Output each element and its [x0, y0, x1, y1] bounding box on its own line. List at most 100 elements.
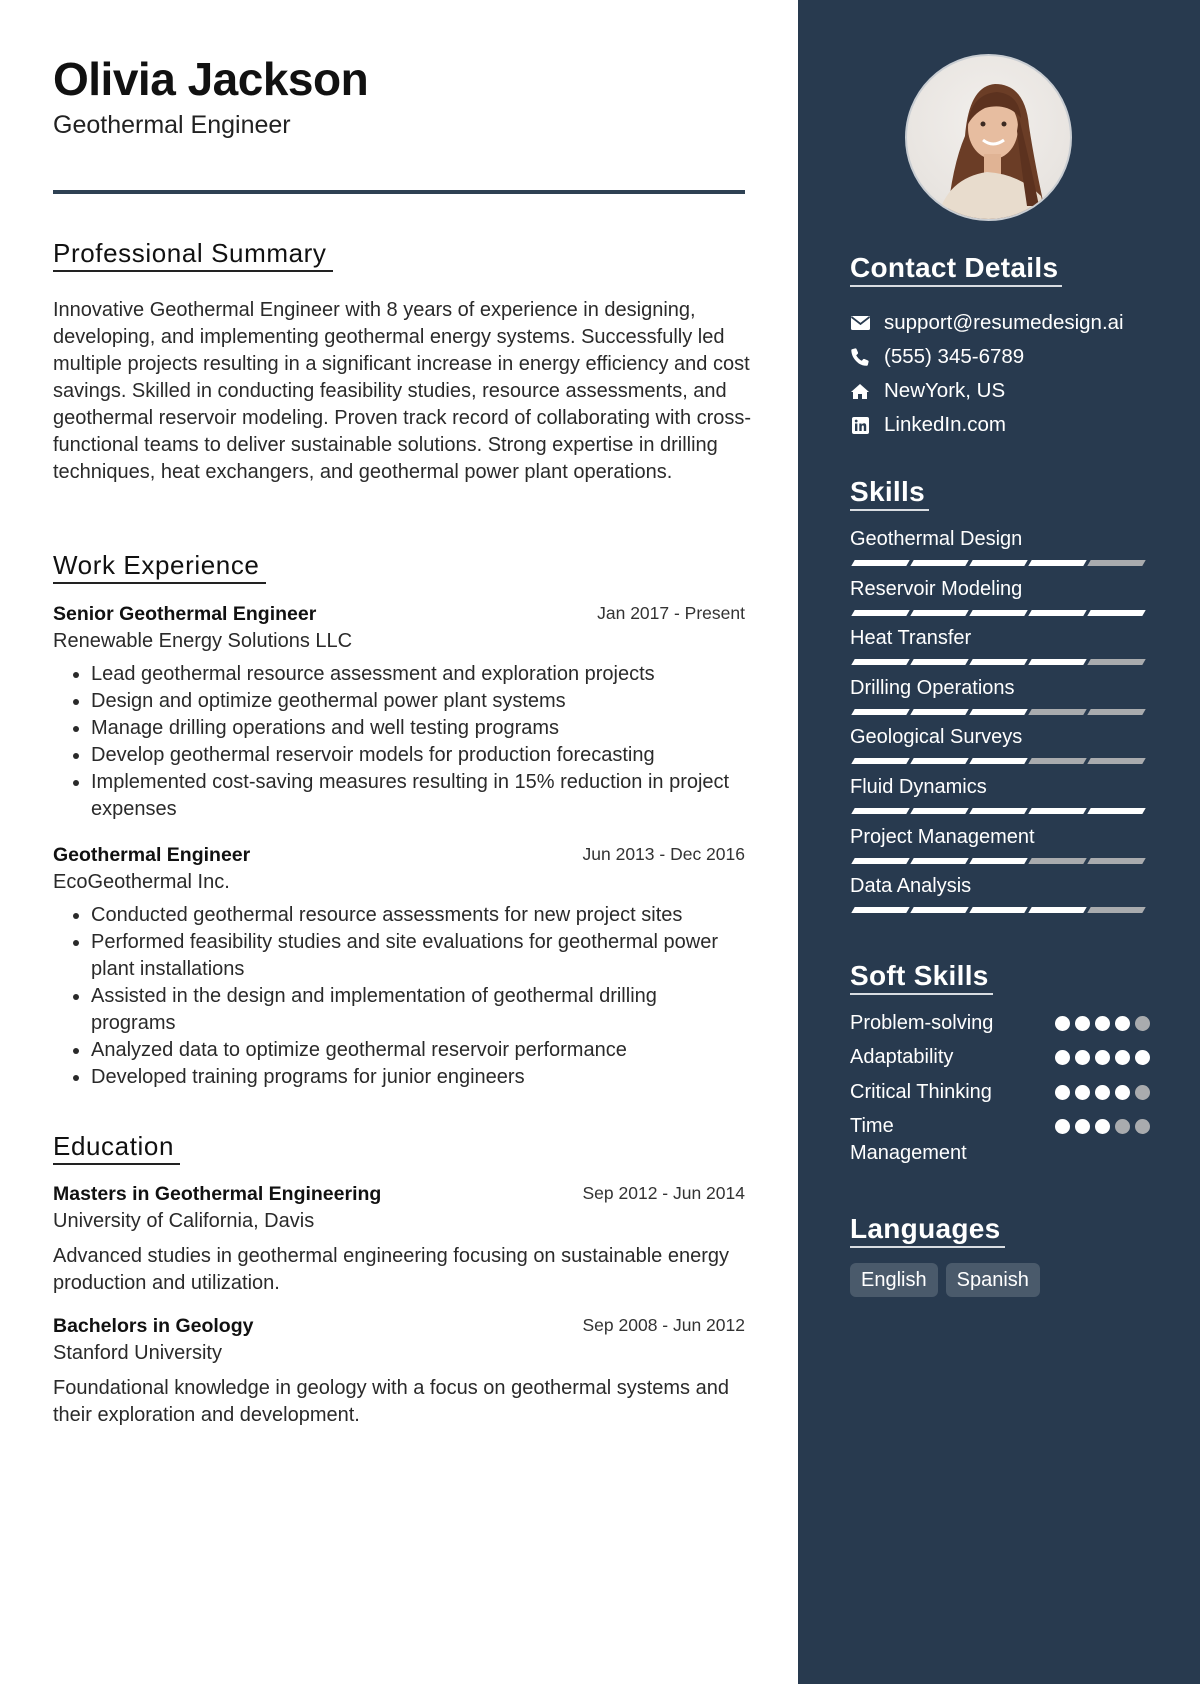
job-company: Renewable Energy Solutions LLC [53, 630, 353, 652]
header-divider [53, 190, 745, 194]
candidate-title: Geothermal Engineer [53, 111, 291, 139]
job-bullet: Performed feasibility studies and site e… [91, 929, 745, 983]
home-icon [850, 381, 870, 401]
skill-item: Geological Surveys [850, 724, 1150, 765]
envelope-icon [850, 313, 870, 333]
summary-heading: Professional Summary [53, 238, 333, 272]
rating-segment-filled [851, 907, 910, 914]
contact-email[interactable]: support@resumedesign.ai [850, 306, 1180, 340]
rating-segment-filled [851, 609, 910, 616]
skill-name: Data Analysis [850, 875, 972, 898]
skill-rating-bar [850, 560, 1150, 566]
rating-dot-filled [1095, 1016, 1110, 1031]
education-description: Foundational knowledge in geology with a… [53, 1377, 729, 1426]
rating-dot-filled [1115, 1050, 1130, 1065]
summary-text: Innovative Geothermal Engineer with 8 ye… [53, 299, 752, 483]
rating-segment-filled [1028, 609, 1087, 616]
rating-segment-filled [969, 560, 1028, 566]
job-bullet: Implemented cost-saving measures resulti… [91, 769, 745, 823]
rating-dot-empty [1135, 1016, 1150, 1031]
contact-linkedin[interactable]: LinkedIn.com [850, 408, 1180, 442]
rating-segment-filled [1087, 808, 1146, 814]
rating-segment-filled [851, 808, 910, 814]
rating-dot-filled [1115, 1016, 1130, 1031]
skill-rating-bar [850, 857, 1150, 864]
rating-segment-filled [1028, 659, 1087, 666]
school-name: Stanford University [53, 1342, 222, 1364]
soft-skill-item: Problem-solving [850, 1010, 1150, 1037]
job-entry: Geothermal Engineer Jun 2013 - Dec 2016 … [53, 842, 745, 1091]
soft-skill-name: Adaptability [850, 1046, 954, 1068]
rating-dot-filled [1075, 1085, 1090, 1100]
job-bullet: Analyzed data to optimize geothermal res… [91, 1037, 745, 1064]
rating-segment-filled [910, 609, 969, 616]
skill-item: Reservoir Modeling [850, 576, 1150, 616]
rating-segment-filled [1028, 560, 1087, 566]
skill-name: Fluid Dynamics [850, 776, 987, 798]
rating-segment-empty [1087, 907, 1146, 914]
rating-segment-filled [910, 659, 969, 666]
rating-segment-filled [969, 857, 1028, 864]
soft-skill-name: Problem-solving [850, 1012, 994, 1034]
soft-skill-rating [1055, 1119, 1150, 1134]
rating-dot-filled [1135, 1050, 1150, 1065]
skill-name: Geological Surveys [850, 726, 1023, 749]
job-dates: Jun 2013 - Dec 2016 [582, 844, 745, 864]
experience-heading: Work Experience [53, 550, 266, 584]
rating-dot-filled [1055, 1016, 1070, 1031]
contact-heading: Contact Details [850, 252, 1063, 287]
skill-rating-bar [850, 609, 1150, 616]
sidebar: Contact Details support@resumedesign.ai … [798, 0, 1200, 1684]
rating-segment-filled [851, 708, 910, 715]
skill-item: Geothermal Design [850, 526, 1150, 566]
rating-segment-filled [969, 907, 1028, 914]
rating-dot-filled [1095, 1119, 1110, 1134]
job-bullets: Conducted geothermal resource assessment… [53, 902, 745, 1091]
job-bullet: Develop geothermal reservoir models for … [91, 742, 745, 769]
skill-item: Drilling Operations [850, 675, 1150, 715]
contact-list: support@resumedesign.ai (555) 345-6789 N… [850, 306, 1180, 442]
job-dates: Jan 2017 - Present [597, 603, 745, 623]
contact-location: NewYork, US [850, 374, 1180, 408]
education-entry: Bachelors in Geology Sep 2008 - Jun 2012… [53, 1313, 745, 1429]
job-bullet: Design and optimize geothermal power pla… [91, 688, 745, 715]
rating-segment-filled [969, 758, 1028, 765]
job-bullet: Manage drilling operations and well test… [91, 715, 745, 742]
candidate-name: Olivia Jackson [53, 53, 369, 105]
rating-segment-filled [1028, 907, 1087, 914]
job-entry: Senior Geothermal Engineer Jan 2017 - Pr… [53, 601, 745, 823]
rating-segment-filled [851, 560, 910, 566]
rating-segment-empty [1028, 857, 1087, 864]
skill-item: Project Management [850, 824, 1150, 864]
rating-segment-filled [910, 907, 969, 914]
education-dates: Sep 2008 - Jun 2012 [582, 1315, 746, 1335]
soft-skill-rating [1055, 1050, 1150, 1065]
rating-segment-empty [1087, 758, 1146, 765]
language-chip: Spanish [945, 1263, 1040, 1297]
contact-phone[interactable]: (555) 345-6789 [850, 340, 1180, 374]
job-company: EcoGeothermal Inc. [53, 871, 230, 893]
skill-rating-bar [850, 808, 1150, 814]
skill-item: Data Analysis [850, 873, 1150, 914]
skill-rating-bar [850, 907, 1150, 914]
rating-dot-filled [1075, 1119, 1090, 1134]
education-heading: Education [53, 1131, 181, 1165]
skill-rating-bar [850, 758, 1150, 765]
contact-linkedin-text: LinkedIn.com [884, 413, 1006, 436]
job-bullet: Conducted geothermal resource assessment… [91, 902, 745, 929]
contact-phone-text: (555) 345-6789 [884, 345, 1025, 368]
rating-segment-filled [1087, 609, 1146, 616]
soft-skill-rating [1055, 1016, 1150, 1031]
linkedin-icon [850, 415, 870, 435]
soft-skill-item: Critical Thinking [850, 1079, 1150, 1106]
rating-dot-filled [1095, 1050, 1110, 1065]
rating-segment-empty [1087, 708, 1146, 715]
profile-photo [905, 54, 1072, 221]
rating-segment-filled [910, 857, 969, 864]
rating-dot-filled [1075, 1050, 1090, 1065]
rating-segment-filled [851, 758, 910, 765]
rating-segment-empty [1028, 708, 1087, 715]
languages-heading: Languages [850, 1213, 1005, 1248]
rating-segment-filled [851, 659, 910, 666]
language-chip: English [850, 1263, 938, 1297]
